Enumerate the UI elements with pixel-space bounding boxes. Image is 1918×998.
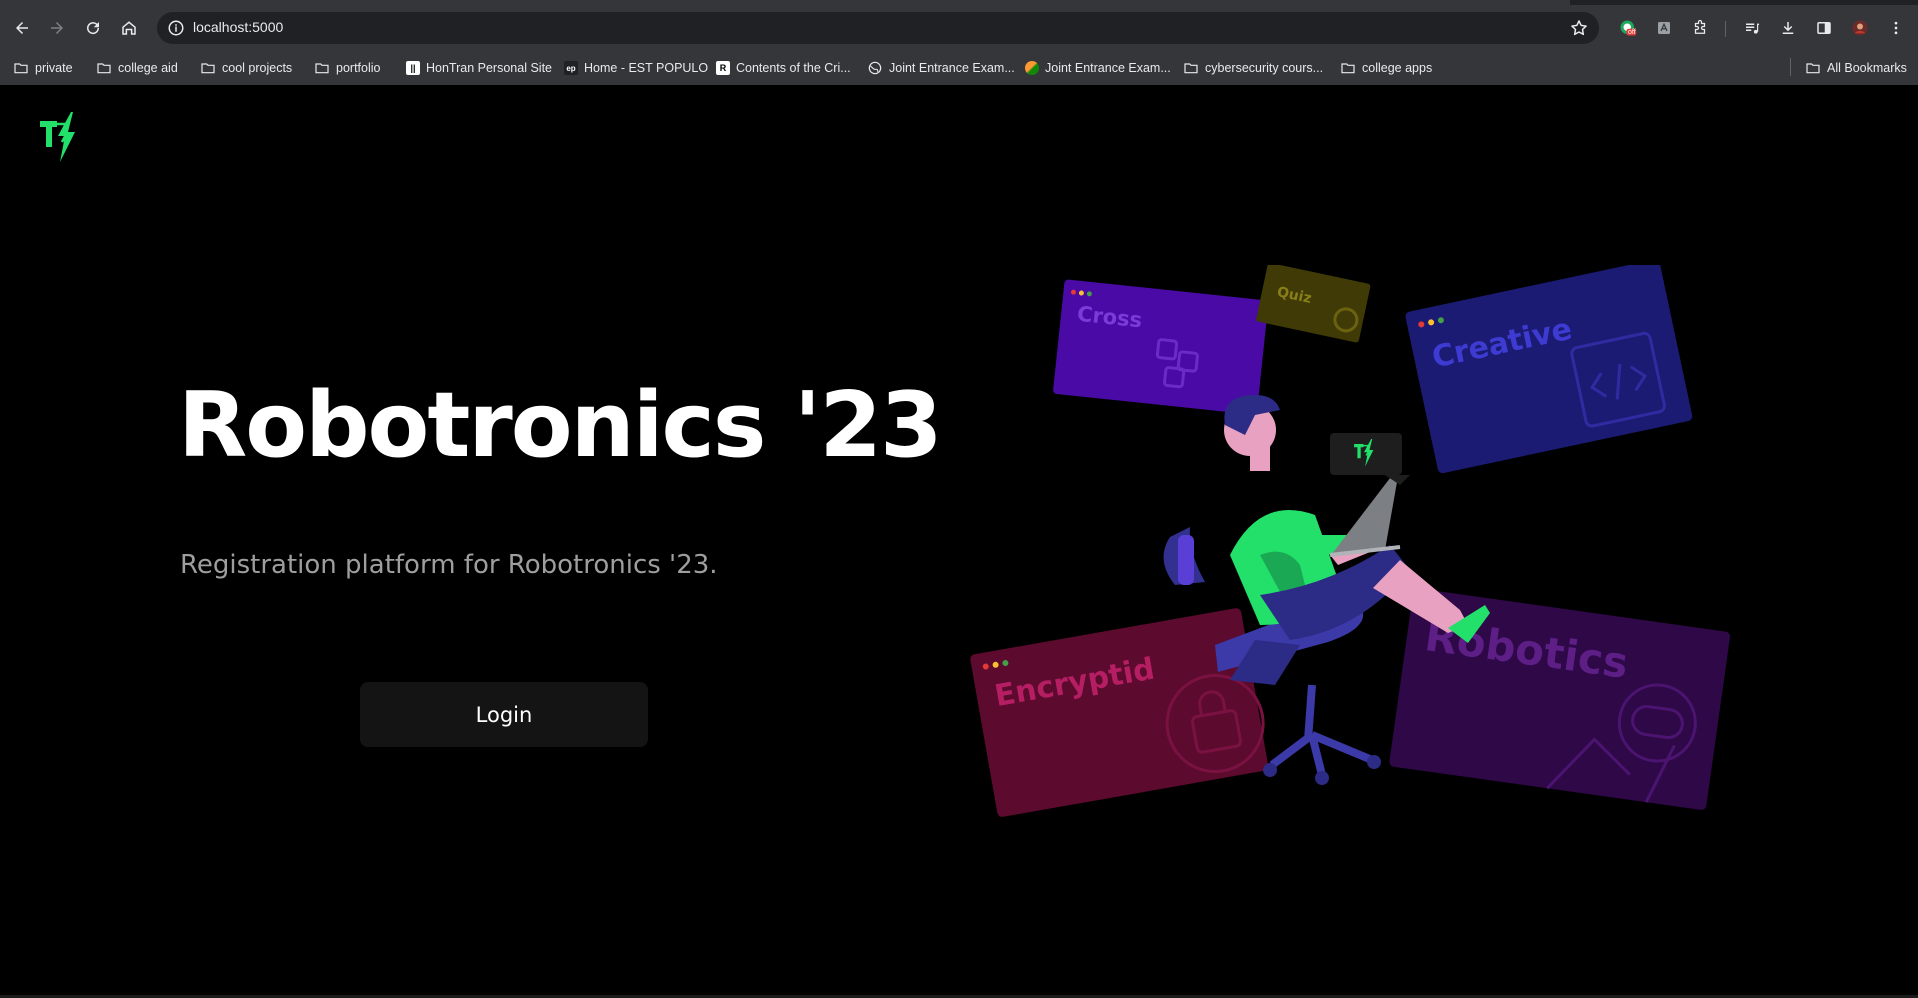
folder-icon	[1806, 63, 1820, 74]
extension-translate-button[interactable]	[1652, 16, 1676, 40]
browser-toolbar: localhost:5000 off	[0, 5, 1918, 50]
bookmark-label: Contents of the Cri...	[736, 61, 851, 75]
browser-menu-button[interactable]	[1884, 16, 1908, 40]
forward-button[interactable]	[44, 15, 70, 41]
bookmark-label: Joint Entrance Exam...	[1045, 61, 1171, 75]
folder-icon	[201, 63, 215, 74]
all-bookmarks-label: All Bookmarks	[1827, 61, 1907, 75]
site-favicon: ||	[406, 61, 420, 75]
folder-icon	[97, 63, 111, 74]
address-bar[interactable]: localhost:5000	[157, 12, 1599, 44]
encryptid-card: Encryptid	[970, 608, 1269, 817]
home-icon	[122, 21, 136, 35]
playlist-icon	[1746, 23, 1760, 34]
bookmark-folder-college-apps[interactable]: college apps	[1340, 58, 1432, 78]
bookmark-folder-portfolio[interactable]: portfolio	[314, 58, 380, 78]
bookmark-label: HonTran Personal Site	[426, 61, 552, 75]
profile-button[interactable]	[1848, 16, 1872, 40]
logo-speech-bubble	[1330, 433, 1410, 485]
page-content: Robotronics '23 Registration platform fo…	[0, 85, 1918, 995]
creative-card: Creative	[1405, 265, 1693, 474]
puzzle-icon	[1694, 19, 1706, 34]
hero-illustration: Cross Quiz Creative Encryptid Robotics	[970, 265, 1731, 817]
arrow-left-icon	[16, 22, 28, 34]
url-text[interactable]: localhost:5000	[193, 19, 283, 35]
translate-icon	[1658, 22, 1670, 34]
folder-icon	[1341, 63, 1355, 74]
bookmark-label: Joint Entrance Exam...	[889, 61, 1015, 75]
bookmark-label: college apps	[1362, 61, 1433, 75]
side-panel-button[interactable]	[1812, 16, 1836, 40]
bookmark-folder-cool-projects[interactable]: cool projects	[200, 58, 292, 78]
reload-icon	[87, 22, 100, 35]
folder-icon	[1184, 63, 1198, 74]
ep-favicon: ep	[564, 61, 578, 75]
browser-chrome: localhost:5000 off private college aid c…	[0, 0, 1918, 85]
page-subtitle: Registration platform for Robotronics '2…	[180, 550, 718, 580]
bookmark-star-icon[interactable]	[1569, 18, 1589, 38]
folder-icon	[14, 63, 28, 74]
bookmark-hontran-site[interactable]: || HonTran Personal Site	[406, 58, 552, 78]
side-panel-icon	[1817, 22, 1831, 34]
folder-icon	[315, 63, 329, 74]
extension-badge: off	[1628, 29, 1636, 36]
bookmark-folder-cybersecurity[interactable]: cybersecurity cours...	[1183, 58, 1323, 78]
globe-icon	[868, 61, 882, 75]
bookmark-jee-1[interactable]: Joint Entrance Exam...	[867, 58, 1015, 78]
bookmark-label: portfolio	[336, 61, 381, 75]
quiz-card: Quiz	[1256, 265, 1371, 343]
bookmarks-divider	[1790, 58, 1791, 76]
bookmark-jee-2[interactable]: Joint Entrance Exam...	[1025, 58, 1171, 78]
toolbar-divider	[1725, 21, 1726, 37]
reload-button[interactable]	[80, 15, 106, 41]
bookmarks-bar: private college aid cool projects portfo…	[0, 51, 1918, 85]
arrow-right-icon	[51, 22, 63, 34]
bookmark-est-populo[interactable]: ep Home - EST POPULO	[564, 58, 708, 78]
site-info-icon[interactable]	[167, 19, 185, 37]
extensions-button[interactable]	[1688, 16, 1712, 40]
r-favicon: R	[716, 61, 730, 75]
downloads-button[interactable]	[1776, 16, 1800, 40]
emblem-favicon	[1025, 61, 1039, 75]
all-bookmarks-button[interactable]: All Bookmarks	[1805, 58, 1907, 78]
bookmark-label: Home - EST POPULO	[584, 61, 709, 75]
download-icon	[1782, 22, 1794, 34]
bookmark-contents-cri[interactable]: R Contents of the Cri...	[716, 58, 851, 78]
cross-card: Cross	[1053, 279, 1269, 415]
page-title: Robotronics '23	[178, 373, 943, 478]
home-button[interactable]	[116, 15, 142, 41]
extension-grammar-button[interactable]: off	[1616, 16, 1640, 40]
more-vertical-icon	[1894, 21, 1898, 35]
avatar	[1852, 20, 1868, 36]
bookmark-label: cool projects	[222, 61, 293, 75]
login-button[interactable]: Login	[360, 682, 648, 747]
bookmark-label: college aid	[118, 61, 178, 75]
back-button[interactable]	[9, 15, 35, 41]
media-controls-button[interactable]	[1740, 16, 1764, 40]
bookmark-folder-college-aid[interactable]: college aid	[96, 58, 178, 78]
robotronics-logo-icon[interactable]	[38, 112, 78, 162]
bookmark-label: private	[35, 61, 73, 75]
bookmark-folder-private[interactable]: private	[13, 58, 73, 78]
bookmark-label: cybersecurity cours...	[1205, 61, 1324, 75]
